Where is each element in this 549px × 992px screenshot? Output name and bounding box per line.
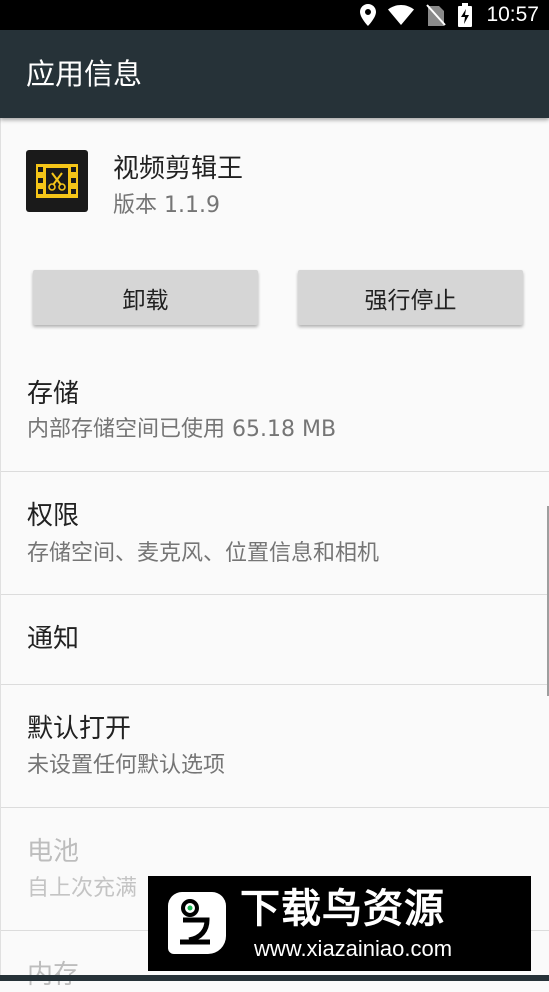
app-version: 版本 1.1.9 — [113, 193, 220, 218]
app-icon — [26, 150, 88, 212]
open-by-default-row[interactable]: 默认打开 未设置任何默认选项 — [1, 684, 549, 807]
app-bar: 应用信息 — [0, 30, 549, 118]
storage-title: 存储 — [27, 379, 80, 409]
app-info-content[interactable]: 视频剪辑王 版本 1.1.9 卸载 强行停止 存储 内部存储空间已使用 65.1… — [0, 118, 549, 990]
navigation-bar-edge — [0, 975, 549, 981]
open-by-default-title: 默认打开 — [27, 714, 132, 744]
film-scissors-icon — [36, 164, 78, 198]
notifications-title: 通知 — [27, 624, 80, 654]
status-bar: 10:57 — [0, 0, 549, 30]
permissions-title: 权限 — [27, 501, 80, 531]
battery-charging-icon — [458, 3, 473, 27]
location-icon — [360, 4, 377, 26]
uninstall-button[interactable]: 卸载 — [33, 270, 258, 325]
wifi-icon — [388, 5, 415, 25]
battery-subtitle: 自上次充满 — [27, 876, 138, 901]
no-sim-icon — [426, 4, 447, 26]
force-stop-button[interactable]: 强行停止 — [298, 270, 523, 325]
watermark-title: 下载鸟资源 — [240, 886, 445, 932]
battery-title: 电池 — [27, 837, 80, 867]
storage-row[interactable]: 存储 内部存储空间已使用 65.18 MB — [1, 353, 549, 471]
watermark: 下载鸟资源 www.xiazainiao.com — [148, 876, 531, 971]
app-header: 视频剪辑王 版本 1.1.9 — [1, 118, 549, 268]
notifications-row[interactable]: 通知 — [1, 594, 549, 684]
page-title: 应用信息 — [26, 57, 143, 91]
bird-logo-icon — [168, 892, 226, 954]
watermark-url: www.xiazainiao.com — [254, 936, 453, 961]
open-by-default-subtitle: 未设置任何默认选项 — [27, 753, 226, 778]
status-time: 10:57 — [486, 3, 539, 26]
permissions-subtitle: 存储空间、麦克风、位置信息和相机 — [27, 541, 380, 566]
app-name: 视频剪辑王 — [113, 154, 244, 184]
permissions-row[interactable]: 权限 存储空间、麦克风、位置信息和相机 — [1, 471, 549, 594]
storage-subtitle: 内部存储空间已使用 65.18 MB — [27, 417, 337, 442]
